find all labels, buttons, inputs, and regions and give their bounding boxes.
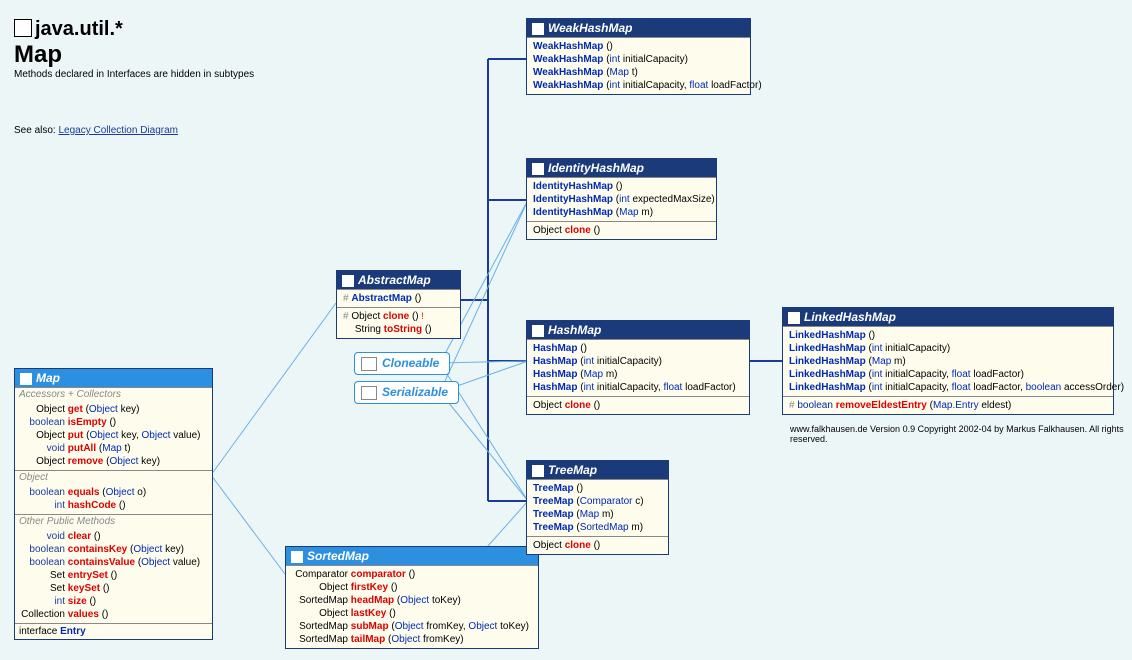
weakhashmap-class-box: WeakHashMap WeakHashMap () WeakHashMap (… <box>526 18 751 95</box>
class-icon <box>532 325 544 337</box>
page-note: Methods declared in Interfaces are hidde… <box>14 69 254 80</box>
class-icon <box>342 275 354 287</box>
linkedhashmap-class-box: LinkedHashMap LinkedHashMap () LinkedHas… <box>782 307 1114 415</box>
class-icon <box>532 23 544 35</box>
sortedmap-interface-box: SortedMap Comparator comparator () Objec… <box>285 546 539 649</box>
page-header: java.util.* Map Methods declared in Inte… <box>14 18 254 80</box>
class-icon <box>788 312 800 324</box>
map-interface-box: Map Accessors + Collectors Object get (O… <box>14 368 213 640</box>
legacy-collection-link[interactable]: Legacy Collection Diagram <box>58 125 178 136</box>
identityhashmap-class-box: IdentityHashMap IdentityHashMap () Ident… <box>526 158 717 240</box>
see-also: See also: Legacy Collection Diagram <box>14 125 178 136</box>
package-icon <box>14 19 32 37</box>
hashmap-class-box: HashMap HashMap () HashMap (int initialC… <box>526 320 750 415</box>
interface-icon <box>361 357 377 371</box>
package-name: java.util.* <box>35 18 123 40</box>
page-title: Map <box>14 41 254 69</box>
interface-icon <box>361 386 377 400</box>
treemap-class-box: TreeMap TreeMap () TreeMap (Comparator c… <box>526 460 669 555</box>
copyright: www.falkhausen.de Version 0.9 Copyright … <box>790 424 1132 444</box>
class-icon <box>532 163 544 175</box>
cloneable-pill: Cloneable <box>354 352 450 375</box>
interface-icon <box>20 373 32 385</box>
serializable-pill: Serializable <box>354 381 459 404</box>
interface-icon <box>291 551 303 563</box>
abstractmap-class-box: AbstractMap # AbstractMap () # Object cl… <box>336 270 461 339</box>
class-icon <box>532 465 544 477</box>
